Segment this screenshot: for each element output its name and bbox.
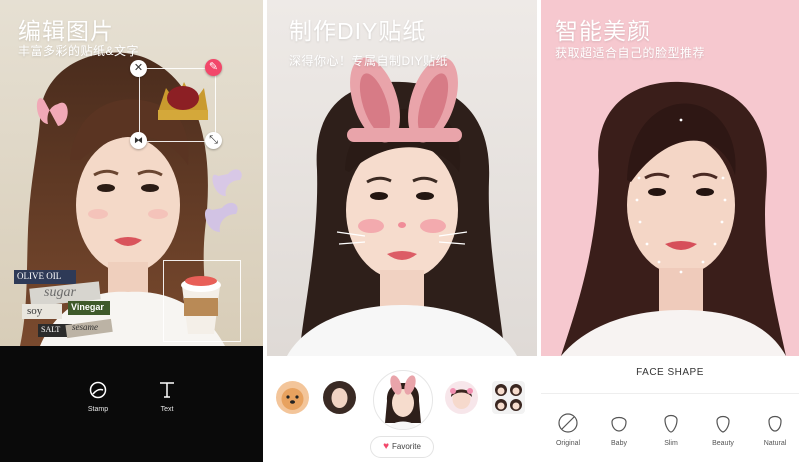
sticker-word-vinegar[interactable]: Vinegar (71, 302, 104, 312)
panel-title: 编辑图片 (18, 18, 114, 44)
dog-avatar-thumbnail[interactable] (276, 381, 309, 414)
text-tool-label: Text (160, 406, 174, 413)
favorite-button[interactable]: ♥ Favorite (370, 436, 434, 458)
dog-icon (281, 388, 304, 410)
edit-toolbar (0, 346, 263, 462)
panel-title: 智能美颜 (555, 18, 651, 44)
panel-subtitle: 获取超适合自己的脸型推荐 (555, 46, 706, 60)
coffee-sticker-selection-box[interactable] (163, 260, 241, 342)
shape-label: Natural (763, 440, 787, 447)
stamp-tool-button[interactable]: Stamp (73, 380, 123, 413)
bunny-portrait-icon (385, 375, 421, 429)
panel-subtitle: 丰富多彩的贴纸&文字 (18, 44, 140, 58)
text-tool-button[interactable]: Text (142, 380, 192, 413)
shape-label: Slim (664, 440, 678, 447)
stamp-tool-label: Stamp (87, 406, 109, 413)
sticker-word-salt[interactable]: SALT (41, 325, 60, 334)
shape-natural-button[interactable]: Natural (755, 412, 795, 447)
smart-beauty-panel: 智能美颜 获取超适合自己的脸型推荐 FACE SHAPE Original Ba… (541, 0, 799, 462)
shape-slim-button[interactable]: Slim (651, 412, 691, 447)
stamp-icon (89, 381, 107, 399)
sticker-selection-box[interactable] (139, 68, 216, 142)
panel-title: 制作DIY贴纸 (289, 18, 427, 44)
favorite-label: Favorite (392, 442, 421, 451)
diy-sticker-panel: 制作DIY贴纸 深得你心！专属自制DIY贴纸 ♥ Favorite (267, 0, 537, 462)
heart-icon: ♥ (383, 441, 390, 452)
sticker-word-soy[interactable]: soy (27, 305, 42, 317)
shape-label: Beauty (712, 440, 734, 447)
resize-icon[interactable]: ⤡ (205, 132, 222, 149)
beauty-face-icon (716, 415, 730, 433)
cartoon-avatar-thumbnail[interactable] (445, 381, 478, 414)
shape-beauty-button[interactable]: Beauty (703, 412, 743, 447)
shape-label: Original (555, 440, 581, 447)
baby-face-icon (611, 416, 627, 432)
bunny-ears-avatar-thumbnail[interactable] (373, 370, 433, 430)
edit-photo-panel: OLIVE OIL sugar Vinegar soy SALT sesame … (0, 0, 263, 462)
sticker-grid-icon (495, 384, 522, 411)
sticker-word-sesame[interactable]: sesame (72, 322, 98, 332)
woman-avatar-thumbnail[interactable] (323, 381, 356, 414)
sticker-word-olive-oil[interactable]: OLIVE OIL (17, 271, 61, 281)
natural-face-icon (768, 415, 782, 432)
flip-icon[interactable]: ⧓ (130, 132, 147, 149)
panel-subtitle: 深得你心！专属自制DIY贴纸 (289, 54, 449, 68)
text-icon (160, 382, 174, 398)
close-icon[interactable]: ✕ (130, 60, 147, 77)
sticker-word-sugar[interactable]: sugar (44, 285, 76, 301)
face-shape-title: FACE SHAPE (636, 367, 704, 378)
slim-face-icon (664, 414, 678, 433)
edit-pencil-icon[interactable]: ✎ (205, 59, 222, 76)
shape-label: Baby (611, 440, 627, 447)
shape-original-button[interactable]: Original (548, 412, 588, 447)
divider-line (541, 393, 799, 394)
portrait-icon (331, 388, 348, 408)
original-no-filter-icon (558, 413, 578, 433)
cartoon-icon (450, 388, 473, 409)
shape-baby-button[interactable]: Baby (599, 412, 639, 447)
sticker-grid-avatar-thumbnail[interactable] (492, 381, 525, 414)
